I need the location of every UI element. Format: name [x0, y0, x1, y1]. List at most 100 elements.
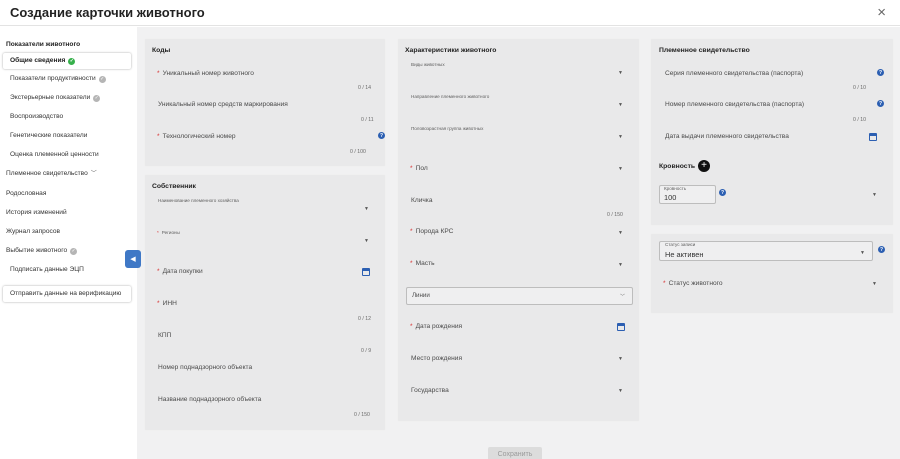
animal-status-select[interactable]: * Статус животного — [663, 280, 723, 287]
breed-select[interactable]: * Порода КРС — [410, 228, 453, 235]
characteristics-title: Характеристики животного — [405, 47, 497, 54]
tech-number-field[interactable]: * Технологический номер — [157, 133, 236, 140]
object-number-field[interactable]: Номер поднадзорного объекта — [158, 364, 252, 371]
sex-select[interactable]: * Пол — [410, 165, 428, 172]
dropdown-arrow-icon[interactable]: ▼ — [618, 230, 623, 236]
characteristics-panel: Характеристики животного Виды животных ▼… — [398, 39, 639, 421]
certificate-number-field[interactable]: Номер племенного свидетельства (паспорта… — [665, 101, 804, 108]
marking-number-field[interactable]: Уникальный номер средств маркирования — [158, 101, 288, 108]
marking-number-counter: 0 / 11 — [361, 117, 374, 123]
certificate-series-field[interactable]: Серия племенного свидетельства (паспорта… — [665, 70, 803, 77]
sidebar-group-animal-indicators[interactable]: Показатели животного — [6, 41, 80, 49]
sidebar-item-exterior[interactable]: Экстерьерные показатели ✓ — [10, 95, 101, 102]
farm-name-select[interactable]: Наименование племенного хозяйства — [158, 198, 239, 203]
sidebar-item-sign-ecp[interactable]: Подписать данные ЭЦП — [10, 266, 84, 274]
close-icon[interactable]: × — [877, 4, 886, 21]
main-content: Коды * Уникальный номер животного 0 / 14 … — [137, 27, 900, 459]
color-select[interactable]: * Масть — [410, 260, 435, 267]
sidebar-item-history[interactable]: История изменений — [6, 209, 67, 217]
collapse-sidebar-button[interactable]: ◀ — [125, 250, 141, 268]
owner-title: Собственник — [152, 183, 196, 190]
calendar-icon[interactable] — [869, 133, 877, 141]
dropdown-arrow-icon[interactable]: ▼ — [618, 262, 623, 268]
dialog-header: Создание карточки животного × — [0, 0, 900, 26]
regions-select[interactable]: * Регионы — [157, 230, 180, 235]
certificate-series-counter: 0 / 10 — [853, 85, 866, 91]
dropdown-arrow-icon[interactable]: ▼ — [364, 206, 369, 212]
sidebar-item-send-verification[interactable]: Отправить данные на верификацию — [3, 286, 131, 302]
animal-card-dialog: Создание карточки животного × Показатели… — [0, 0, 900, 459]
unique-number-counter: 0 / 14 — [358, 85, 371, 91]
dropdown-arrow-icon[interactable]: ▼ — [618, 166, 623, 172]
sidebar-item-productivity[interactable]: Показатели продуктивности ✓ — [10, 76, 106, 83]
dialog-title: Создание карточки животного — [10, 5, 205, 20]
kpp-counter: 0 / 9 — [361, 348, 372, 354]
record-status-select[interactable]: Статус записи Не активен ▼ — [659, 241, 873, 261]
lines-select[interactable]: Линии ﹀ — [406, 287, 633, 305]
certificate-panel: Племенное свидетельство Серия племенного… — [651, 39, 893, 225]
save-button[interactable]: Сохранить — [488, 447, 542, 459]
codes-panel: Коды * Уникальный номер животного 0 / 14 … — [145, 39, 385, 166]
info-icon[interactable]: ? — [719, 189, 726, 196]
dropdown-arrow-icon[interactable]: ▼ — [618, 388, 623, 394]
calendar-icon[interactable] — [617, 323, 625, 331]
birth-place-select[interactable]: Место рождения — [411, 355, 462, 362]
dropdown-arrow-icon[interactable]: ▼ — [872, 281, 877, 287]
chevron-down-icon[interactable]: ﹀ — [620, 293, 625, 300]
sidebar: Показатели животного Общие сведения ✓ По… — [0, 27, 137, 459]
unique-number-field[interactable]: * Уникальный номер животного — [157, 70, 254, 77]
tech-number-counter: 0 / 100 — [350, 149, 366, 155]
certificate-number-counter: 0 / 10 — [853, 117, 866, 123]
birth-date-field[interactable]: * Дата рождения — [410, 323, 462, 330]
dropdown-arrow-icon[interactable]: ▼ — [618, 102, 623, 108]
dropdown-arrow-icon[interactable]: ▼ — [618, 356, 623, 362]
object-name-field[interactable]: Название поднадзорного объекта — [158, 396, 261, 403]
inn-field[interactable]: * ИНН — [157, 300, 177, 307]
codes-title: Коды — [152, 47, 171, 54]
owner-panel: Собственник Наименование племенного хозя… — [145, 175, 385, 430]
certificate-issue-date-field[interactable]: Дата выдачи племенного свидетельства — [665, 133, 789, 140]
dropdown-arrow-icon[interactable]: ▼ — [618, 70, 623, 76]
sidebar-item-pedigree[interactable]: Родословная — [6, 190, 46, 198]
sex-age-group-select[interactable]: Половозрастная группа животных — [411, 126, 483, 131]
chevron-down-icon: ﹀ — [90, 171, 97, 178]
blood-field[interactable]: Кровность 100 — [659, 185, 716, 204]
certificate-title: Племенное свидетельство — [659, 47, 750, 54]
purchase-date-field[interactable]: * Дата покупки — [157, 268, 203, 275]
record-status-value: Не активен — [665, 250, 704, 259]
sidebar-item-breeding-value[interactable]: Оценка племенной ценности — [10, 151, 99, 159]
sidebar-item-breeding-certificate[interactable]: Племенное свидетельство ﹀ — [6, 170, 97, 178]
kpp-field[interactable]: КПП — [158, 332, 171, 339]
lines-label: Линии — [412, 292, 430, 299]
check-circle-icon: ✓ — [68, 57, 76, 65]
sidebar-item-genetics[interactable]: Генетические показатели — [10, 132, 87, 140]
status-panel: Статус записи Не активен ▼ ? * Статус жив… — [651, 234, 893, 313]
info-icon[interactable]: ? — [878, 246, 885, 253]
record-status-label: Статус записи — [665, 242, 696, 247]
sidebar-item-general-info[interactable]: Общие сведения ✓ — [3, 53, 131, 69]
nickname-counter: 0 / 150 — [607, 212, 623, 218]
direction-select[interactable]: Направление племенного животного — [411, 94, 489, 99]
blood-field-value: 100 — [664, 193, 677, 202]
sidebar-item-request-log[interactable]: Журнал запросов — [6, 228, 60, 236]
check-circle-icon: ✓ — [70, 248, 78, 255]
dropdown-arrow-icon[interactable]: ▼ — [618, 134, 623, 140]
calendar-icon[interactable] — [362, 268, 370, 276]
inn-counter: 0 / 12 — [358, 316, 371, 322]
nickname-field[interactable]: Кличка — [411, 197, 433, 204]
info-icon[interactable]: ? — [378, 132, 385, 139]
blood-field-label: Кровность — [664, 186, 687, 191]
species-select[interactable]: Виды животных — [411, 62, 445, 67]
dropdown-arrow-icon[interactable]: ▼ — [364, 238, 369, 244]
check-circle-icon: ✓ — [93, 95, 101, 102]
check-circle-icon: ✓ — [98, 76, 106, 83]
dropdown-arrow-icon[interactable]: ▼ — [860, 250, 865, 256]
dropdown-arrow-icon[interactable]: ▼ — [872, 192, 877, 198]
add-blood-button[interactable]: + — [698, 160, 710, 172]
country-select[interactable]: Государства — [411, 387, 449, 394]
blood-title: Кровность — [659, 163, 696, 170]
sidebar-item-disposal[interactable]: Выбытие животного ✓ — [6, 248, 78, 255]
info-icon[interactable]: ? — [877, 100, 884, 107]
sidebar-item-reproduction[interactable]: Воспроизводство — [10, 113, 63, 121]
info-icon[interactable]: ? — [877, 69, 884, 76]
